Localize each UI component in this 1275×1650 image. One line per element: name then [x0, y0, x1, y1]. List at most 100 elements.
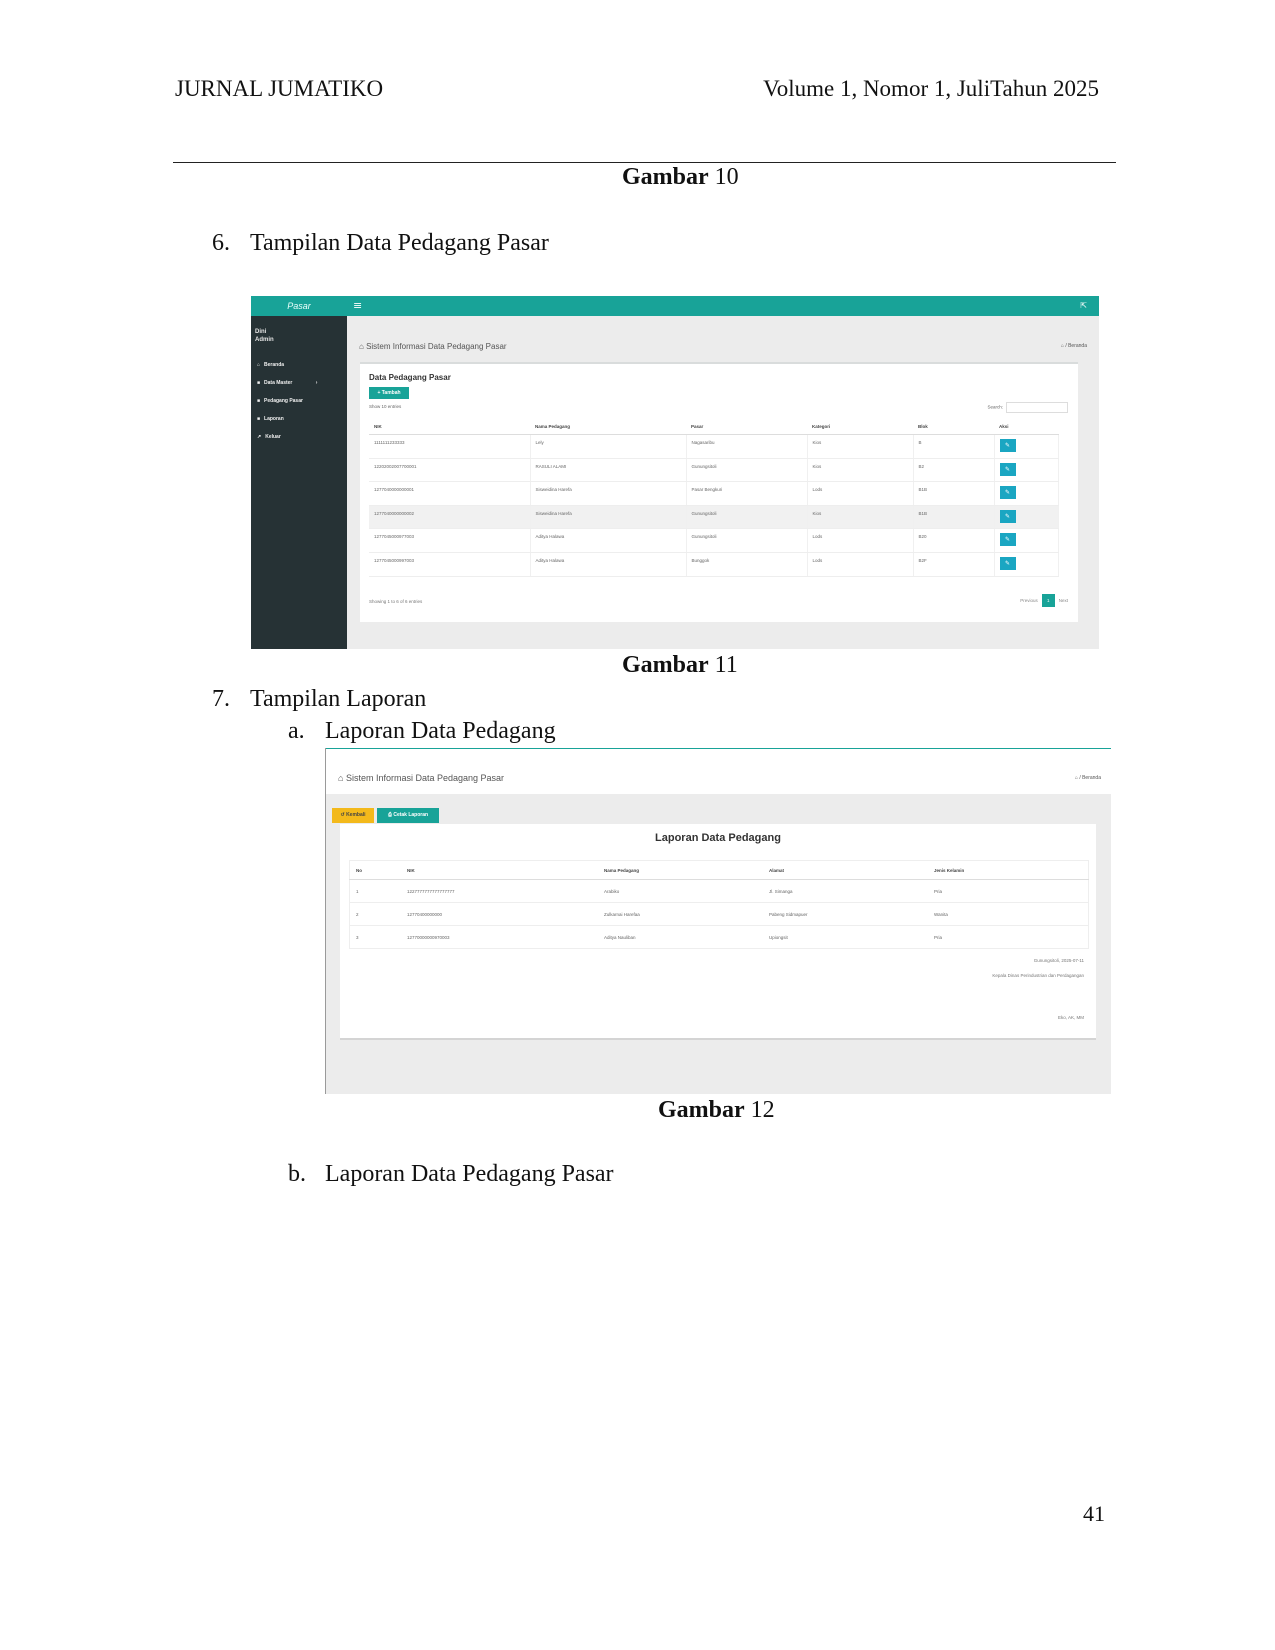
column-header[interactable]: Pasar: [686, 418, 807, 435]
column-header[interactable]: NIK: [369, 418, 530, 435]
table-cell-kategori: Kios: [807, 434, 914, 459]
list-letter-b: b.: [288, 1161, 306, 1187]
add-button[interactable]: + Tambah: [369, 387, 409, 399]
table-cell-kategori: Lods: [807, 481, 914, 506]
table-cell-aksi: ✎: [994, 552, 1059, 577]
show-entries-select[interactable]: Show 10 entries: [369, 404, 401, 409]
breadcrumb[interactable]: ⌂ / Beranda: [1075, 775, 1101, 781]
fullscreen-icon[interactable]: ⇱: [1080, 301, 1087, 310]
table-row: 2 12770400000000 Zulkarnai Harefaa Pabeng S…: [349, 902, 1089, 926]
database-icon: ■: [257, 380, 261, 386]
column-header: NIK: [401, 860, 598, 880]
table-row: 12202002007700001 RASULI ALAMI Gunungsitol…: [369, 458, 1059, 483]
logout-icon: ↗: [257, 434, 262, 440]
table-cell-jk: Pria: [928, 925, 1089, 949]
table-cell-kategori: Lods: [807, 528, 914, 553]
sidebar-item-keluar[interactable]: ↗ Keluar: [257, 434, 281, 440]
hamburger-icon[interactable]: ≡: [353, 299, 362, 312]
table-cell-blok: B1B: [913, 481, 995, 506]
page-number: 41: [1083, 1501, 1105, 1526]
breadcrumb[interactable]: ⌂ / Beranda: [1061, 343, 1087, 349]
page-title: ⌂ Sistem Informasi Data Pedagang Pasar: [359, 342, 507, 351]
table-row: 3 12770000000970003 Aditya Nauliban Upiongs…: [349, 925, 1089, 949]
page-title: ⌂ Sistem Informasi Data Pedagang Pasar: [338, 773, 505, 783]
table-cell-nik: 1277040000000001: [369, 481, 531, 506]
column-header[interactable]: Kategori: [807, 418, 913, 435]
figure-11-screenshot: Pasar Dini Admin ⌂ Beranda ■ Data Master ›…: [251, 296, 1099, 649]
column-header[interactable]: Blok: [913, 418, 994, 435]
list-number-6: 6.: [212, 230, 230, 256]
table-cell-nik: 1277040000000002: [369, 505, 531, 530]
table-row: 1277045000997003 Aditya Halawa Bunggok Lods…: [369, 552, 1059, 577]
table-cell-pasar: Gunungsitoli: [686, 528, 808, 553]
table-cell-no: 3: [349, 925, 401, 949]
header-rule: [173, 162, 1116, 163]
table-cell-jk: Pria: [928, 879, 1089, 903]
home-icon: ⌂: [257, 362, 261, 368]
edit-button[interactable]: ✎: [999, 556, 1016, 570]
pedagang-table: NIK Nama Pedagang Pasar Kategori Blok Ak…: [369, 418, 1059, 577]
table-cell-nama: Zulkarnai Harefaa: [598, 902, 763, 926]
sidebar-item-beranda[interactable]: ⌂ Beranda: [257, 362, 284, 368]
table-cell-pasar: Bunggok: [686, 552, 808, 577]
table-row: 1277040000000001 Sisweidina Harefa Pasar B…: [369, 481, 1059, 506]
edit-button[interactable]: ✎: [999, 462, 1016, 476]
signer-name: Eko, AK, MM: [1057, 1015, 1084, 1020]
table-cell-alamat: Pabeng Sidmapuer: [763, 902, 928, 926]
table-cell-nik: 12770400000000: [401, 902, 598, 926]
edit-button[interactable]: ✎: [999, 439, 1016, 452]
sidebar-item-data-master[interactable]: ■ Data Master ›: [257, 380, 317, 386]
table-row: 1277045000977003 Aditya Halawa Gunungsitol…: [369, 528, 1059, 553]
search-input[interactable]: [1006, 402, 1068, 413]
table-cell-nik: 1277045000997003: [369, 552, 531, 577]
table-cell-pasar: Nagasaribu: [686, 434, 808, 459]
list-letter-a: a.: [288, 718, 305, 744]
page-button[interactable]: 1: [1041, 594, 1055, 607]
print-report-button[interactable]: ⎙ Cetak Laporan: [377, 808, 439, 823]
table-cell-nama: Aditya Halawa: [530, 528, 687, 553]
table-cell-jk: Wanita: [928, 902, 1089, 926]
list-number-7: 7.: [212, 686, 230, 712]
table-cell-kategori: Kios: [807, 505, 914, 530]
table-cell-nama: Lely: [530, 434, 687, 459]
column-header: Jenis Kelamin: [928, 860, 1089, 880]
user-panel: Dini Admin: [255, 328, 274, 344]
sidebar-item-laporan[interactable]: ■ Laporan: [257, 416, 284, 422]
list-item-7a: Laporan Data Pedagang: [325, 718, 556, 744]
back-button[interactable]: ↺ Kembali: [332, 808, 374, 823]
table-cell-blok: B: [913, 434, 995, 459]
user-name: Dini: [255, 329, 267, 335]
column-header[interactable]: Nama Pedagang: [530, 418, 686, 435]
table-cell-pasar: Gunungsitoli: [686, 458, 808, 483]
column-header[interactable]: Aksi: [994, 418, 1059, 435]
sidebar-item-pedagang-pasar[interactable]: ■ Pedagang Pasar: [257, 398, 303, 404]
prev-button[interactable]: Previous: [1020, 598, 1038, 603]
edit-button[interactable]: ✎: [999, 486, 1016, 500]
table-cell-kategori: Kios: [807, 458, 914, 483]
edit-button[interactable]: ✎: [999, 533, 1016, 547]
table-cell-nama: Aditya Nauliban: [598, 925, 763, 949]
table-cell-nik: 1277045000977003: [369, 528, 531, 553]
dashboard-icon: ⌂: [359, 342, 367, 351]
table-cell-alamat: Jl. Simanga: [763, 879, 928, 903]
table-cell-nama: Sisweidina Harefa: [530, 481, 687, 506]
table-cell-nik: 1227777777777777777: [401, 879, 598, 903]
table-cell-no: 1: [349, 879, 401, 903]
table-cell-alamat: Upiongsit: [763, 925, 928, 949]
brand-logo: Pasar: [251, 296, 347, 316]
list-item-6: Tampilan Data Pedagang Pasar: [250, 230, 549, 256]
next-button[interactable]: Next: [1059, 598, 1068, 603]
edit-button[interactable]: ✎: [999, 509, 1016, 523]
journal-name: JURNAL JUMATIKO: [175, 76, 384, 101]
pagination: Previous 1 Next: [1020, 594, 1068, 607]
table-cell-no: 2: [349, 902, 401, 926]
figure-12-screenshot: ⌂ Sistem Informasi Data Pedagang Pasar ⌂…: [325, 748, 1111, 1094]
search-field[interactable]: Search:: [987, 402, 1068, 413]
table-cell-aksi: ✎: [994, 528, 1059, 553]
table-cell-pasar: Gunungsitoli: [686, 505, 808, 530]
table-cell-pasar: Pasar Bengkuri: [686, 481, 808, 506]
table-cell-blok: B2F: [913, 552, 995, 577]
topbar: ≡ ⇱: [347, 296, 1099, 316]
table-row: 1277040000000002 Sisweidina Harefa Gunungs…: [369, 505, 1059, 530]
figure-11-caption: Gambar 11: [622, 652, 738, 678]
